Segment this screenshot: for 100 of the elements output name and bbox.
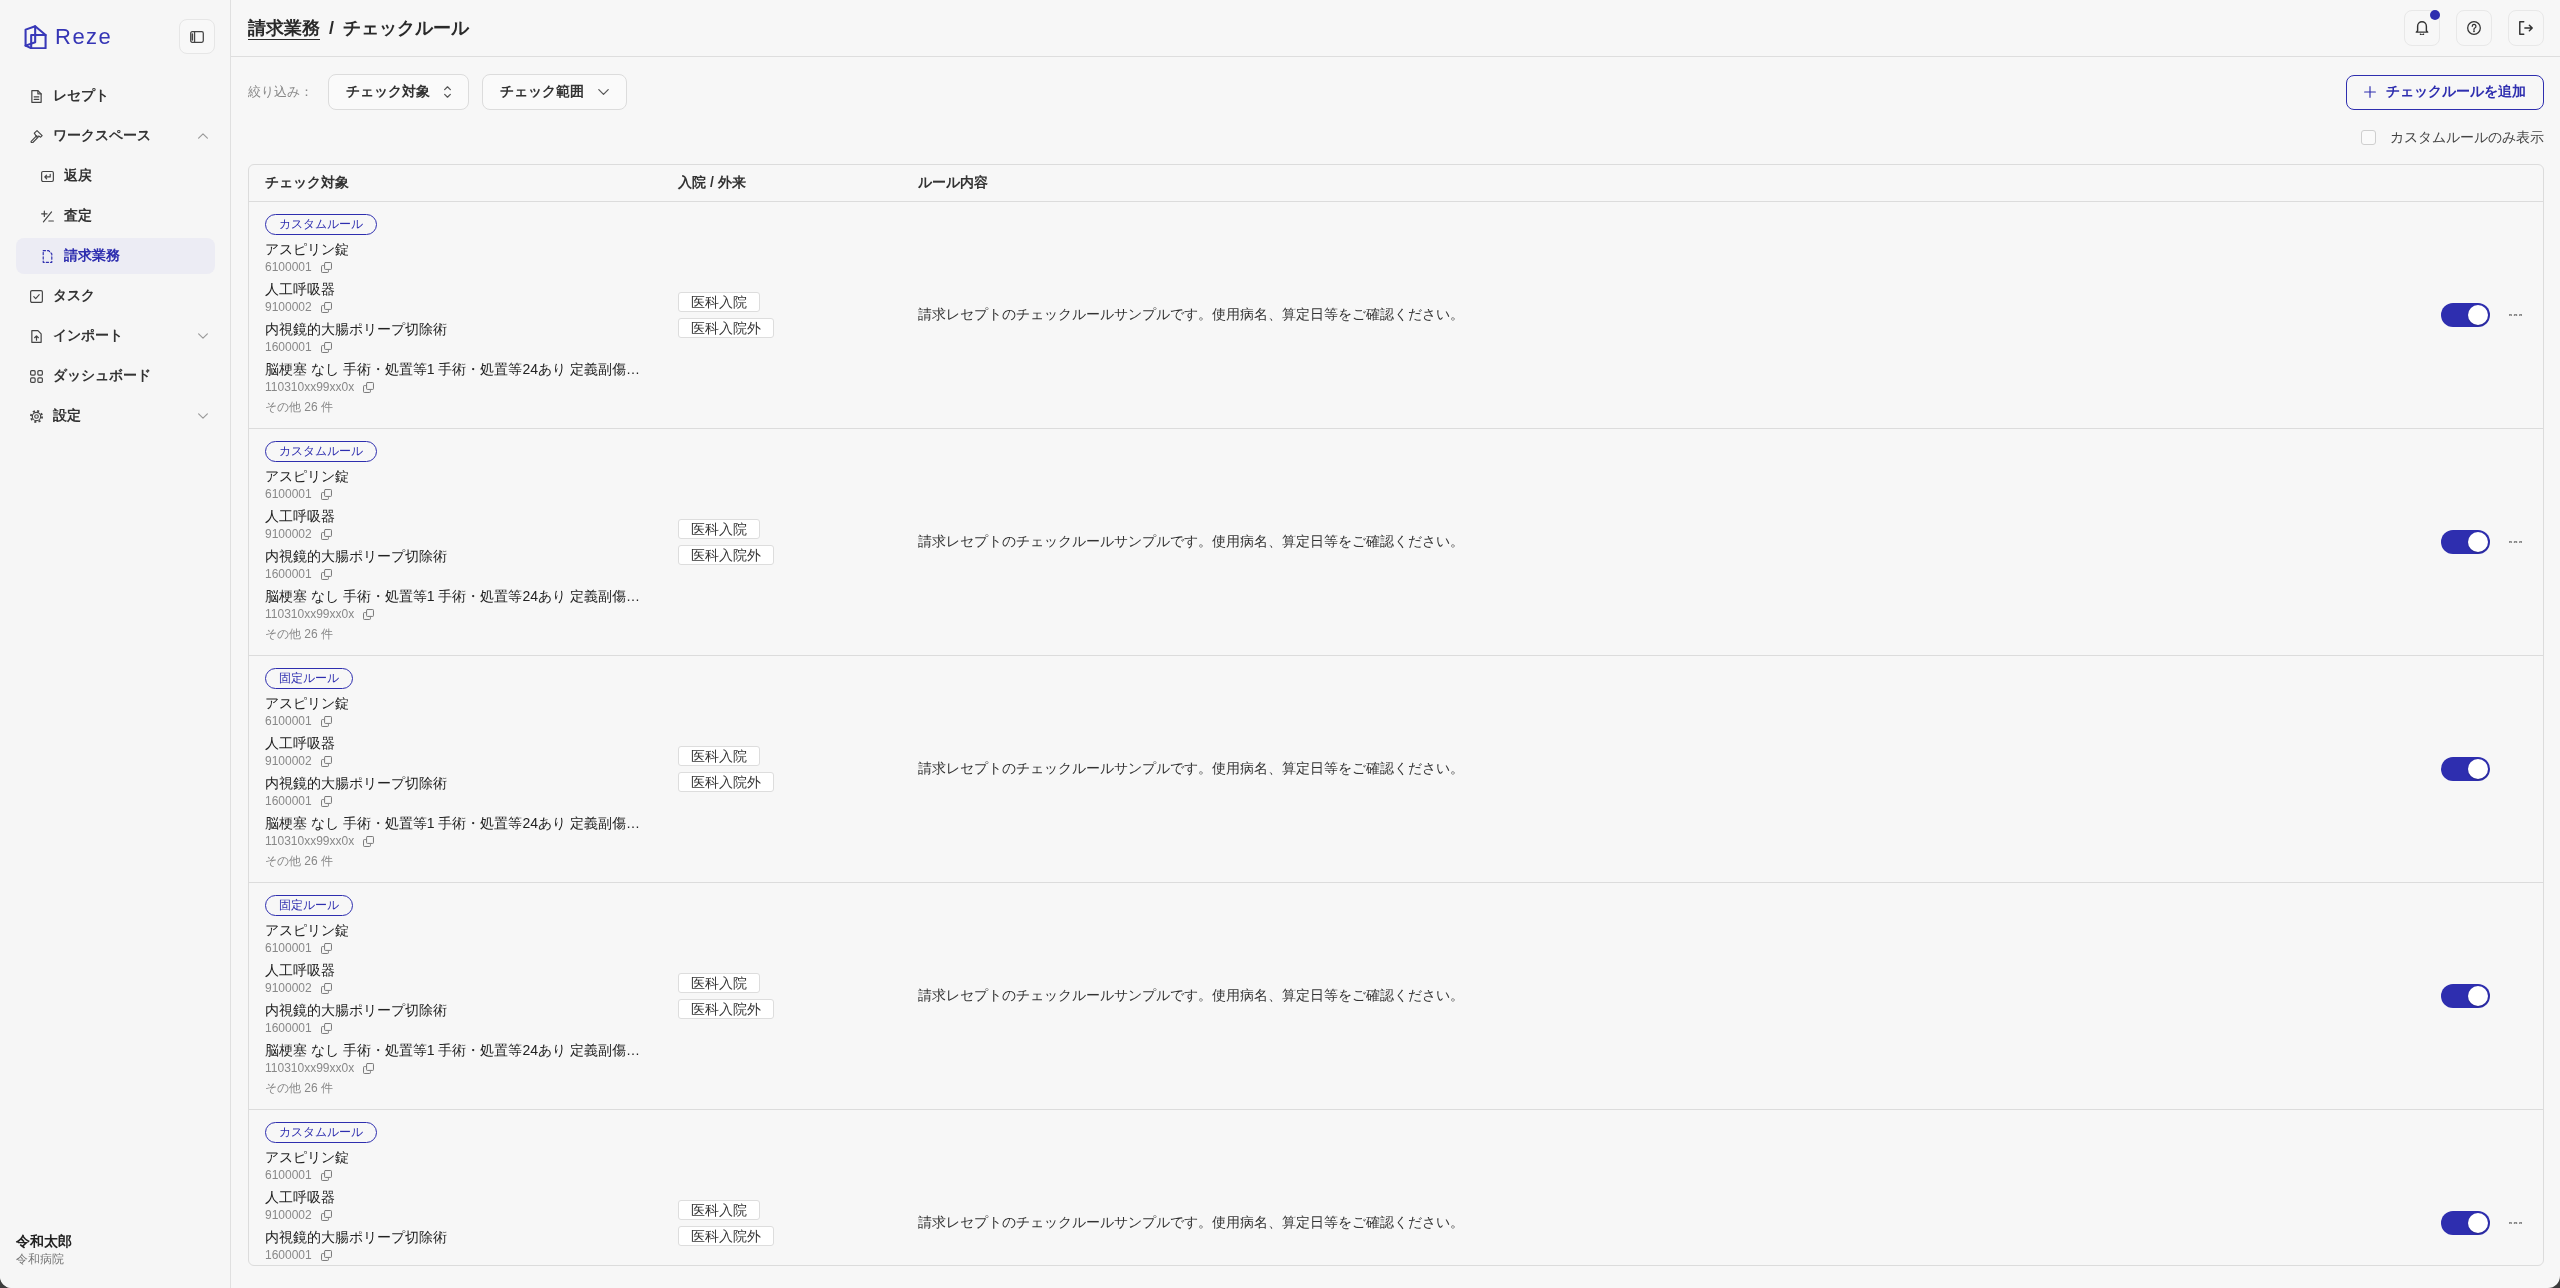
return-icon xyxy=(41,169,54,183)
nav-item[interactable]: 請求業務 xyxy=(16,238,215,274)
help-button[interactable] xyxy=(2456,10,2492,46)
nav-item[interactable]: インポート xyxy=(16,318,215,354)
toggle-switch[interactable] xyxy=(2441,757,2490,781)
target-code: 1600001 xyxy=(265,566,312,582)
target-code: 1600001 xyxy=(265,793,312,809)
target-code: 110310xx99xx0x xyxy=(265,1060,355,1076)
hammer-icon xyxy=(30,129,43,143)
copy-icon[interactable] xyxy=(320,261,332,273)
copy-icon[interactable] xyxy=(363,608,375,620)
target-code: 6100001 xyxy=(265,486,312,502)
target-code: 9100002 xyxy=(265,1207,312,1223)
filter-label: 絞り込み： xyxy=(248,83,313,101)
toggle-switch[interactable] xyxy=(2441,1211,2490,1235)
logo-icon xyxy=(24,24,47,49)
target-name: 内視鏡的大腸ポリープ切除術 xyxy=(265,547,447,566)
copy-icon[interactable] xyxy=(363,1062,375,1074)
copy-icon[interactable] xyxy=(320,488,332,500)
copy-icon[interactable] xyxy=(320,982,332,994)
target-code: 9100002 xyxy=(265,980,312,996)
rule-description: 請求レセプトのチェックルールサンプルです。使用病名、算定日等をご確認ください。 xyxy=(917,1214,1465,1232)
file-upload-icon xyxy=(30,329,43,343)
breadcrumb-current: チェックルール xyxy=(343,17,469,40)
scope-badge: 医科入院外 xyxy=(678,318,774,338)
checkbox[interactable] xyxy=(2361,130,2376,145)
target-code: 9100002 xyxy=(265,299,312,315)
notifications-button[interactable] xyxy=(2404,10,2440,46)
target-name: 人工呼吸器 xyxy=(265,734,335,753)
nav-item[interactable]: 返戻 xyxy=(16,158,215,194)
more-icon[interactable] xyxy=(2509,313,2522,316)
more-icon[interactable] xyxy=(2509,540,2522,543)
more-count: その他 26 件 xyxy=(265,399,333,416)
target-name: アスピリン錠 xyxy=(265,467,349,486)
nav-item[interactable]: ワークスペース xyxy=(16,118,215,154)
checkbox-label[interactable]: カスタムルールのみ表示 xyxy=(2390,128,2544,147)
target-code: 110310xx99xx0x xyxy=(265,833,355,849)
copy-icon[interactable] xyxy=(320,301,332,313)
filter-button[interactable]: チェック範囲 xyxy=(482,74,627,110)
copy-icon[interactable] xyxy=(320,341,332,353)
toggle-switch[interactable] xyxy=(2441,530,2490,554)
copy-icon[interactable] xyxy=(320,528,332,540)
scope-badge: 医科入院外 xyxy=(678,545,774,565)
nav-item[interactable]: 設定 xyxy=(16,398,215,434)
filter-button[interactable]: チェック対象 xyxy=(328,74,469,110)
settings-icon xyxy=(30,409,43,423)
target-name: 内視鏡的大腸ポリープ切除術 xyxy=(265,1001,447,1020)
target-name: 人工呼吸器 xyxy=(265,961,335,980)
target-name: 脳梗塞 なし 手術・処置等1 手術・処置等24あり 定義副傷… xyxy=(265,1041,640,1060)
column-header: チェック対象 xyxy=(264,173,350,192)
checked-square-icon xyxy=(30,289,43,303)
copy-icon[interactable] xyxy=(320,1249,332,1261)
target-name: アスピリン錠 xyxy=(265,921,349,940)
more-icon[interactable] xyxy=(2509,1221,2522,1224)
target-name: 内視鏡的大腸ポリープ切除術 xyxy=(265,774,447,793)
scope-badge: 医科入院 xyxy=(678,1200,760,1220)
target-name: 脳梗塞 なし 手術・処置等1 手術・処置等24あり 定義副傷… xyxy=(265,360,640,379)
nav-item[interactable]: レセプト xyxy=(16,78,215,114)
copy-icon[interactable] xyxy=(320,1022,332,1034)
copy-icon[interactable] xyxy=(320,568,332,580)
target-name: アスピリン錠 xyxy=(265,240,349,259)
target-code: 9100002 xyxy=(265,753,312,769)
toggle-switch[interactable] xyxy=(2441,303,2490,327)
dashed-file-icon xyxy=(41,249,54,263)
rule-description: 請求レセプトのチェックルールサンプルです。使用病名、算定日等をご確認ください。 xyxy=(917,987,1465,1005)
sidebar-toggle-button[interactable] xyxy=(179,19,215,54)
breadcrumb-link[interactable]: 請求業務 xyxy=(248,16,320,40)
target-code: 1600001 xyxy=(265,1020,312,1036)
nav-item[interactable]: ダッシュボード xyxy=(16,358,215,394)
hospital-name: 令和病院 xyxy=(16,1251,65,1268)
toggle-switch[interactable] xyxy=(2441,984,2490,1008)
copy-icon[interactable] xyxy=(320,715,332,727)
target-code: 110310xx99xx0x xyxy=(265,606,355,622)
breadcrumb-separator: / xyxy=(329,17,334,39)
rule-description: 請求レセプトのチェックルールサンプルです。使用病名、算定日等をご確認ください。 xyxy=(917,306,1465,324)
nav-item[interactable]: 査定 xyxy=(16,198,215,234)
logout-icon xyxy=(2519,21,2533,35)
copy-icon[interactable] xyxy=(320,755,332,767)
copy-icon[interactable] xyxy=(320,1209,332,1221)
copy-icon[interactable] xyxy=(320,942,332,954)
scope-badge: 医科入院 xyxy=(678,292,760,312)
copy-icon[interactable] xyxy=(320,1169,332,1181)
document-icon xyxy=(30,89,43,103)
target-code: 1600001 xyxy=(265,1247,312,1263)
logout-button[interactable] xyxy=(2508,10,2544,46)
add-rule-button[interactable]: チェックルールを追加 xyxy=(2346,74,2544,110)
target-name: アスピリン錠 xyxy=(265,1148,349,1167)
copy-icon[interactable] xyxy=(320,795,332,807)
scope-badge: 医科入院 xyxy=(678,746,760,766)
rule-description: 請求レセプトのチェックルールサンプルです。使用病名、算定日等をご確認ください。 xyxy=(917,533,1465,551)
more-count: その他 26 件 xyxy=(265,1080,333,1097)
target-code: 9100002 xyxy=(265,526,312,542)
copy-icon[interactable] xyxy=(363,381,375,393)
more-count: その他 26 件 xyxy=(265,853,333,870)
column-header: 入院 / 外来 xyxy=(677,173,747,192)
target-code: 6100001 xyxy=(265,259,312,275)
up-down-chevron-icon xyxy=(444,86,451,98)
plus-minus-icon xyxy=(41,209,54,223)
copy-icon[interactable] xyxy=(363,835,375,847)
nav-item[interactable]: タスク xyxy=(16,278,215,314)
